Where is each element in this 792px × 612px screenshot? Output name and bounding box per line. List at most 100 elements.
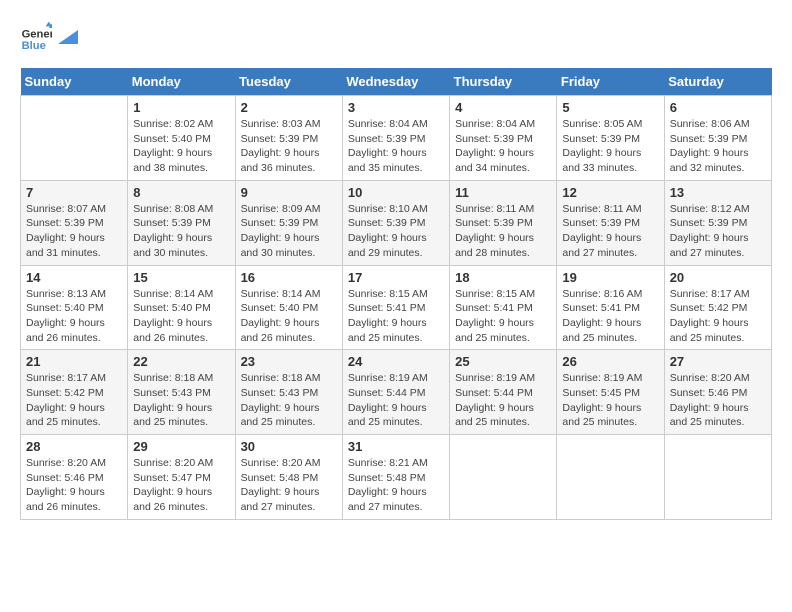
day-info: Sunrise: 8:02 AMSunset: 5:40 PMDaylight:… xyxy=(133,117,229,176)
calendar-table: SundayMondayTuesdayWednesdayThursdayFrid… xyxy=(20,68,772,520)
day-number: 14 xyxy=(26,270,122,285)
calendar-cell xyxy=(664,435,771,520)
calendar-cell: 11 Sunrise: 8:11 AMSunset: 5:39 PMDayligh… xyxy=(450,180,557,265)
logo-icon: General Blue xyxy=(20,20,52,52)
day-number: 24 xyxy=(348,354,444,369)
calendar-cell: 12Sunrise: 8:11 AMSunset: 5:39 PMDayligh… xyxy=(557,180,664,265)
day-number: 7 xyxy=(26,185,122,200)
day-info: Sunrise: 8:17 AMSunset: 5:42 PMDaylight:… xyxy=(670,287,766,346)
calendar-cell: 1 Sunrise: 8:02 AMSunset: 5:40 PMDaylight… xyxy=(128,96,235,181)
calendar-cell: 6 Sunrise: 8:06 AMSunset: 5:39 PMDaylight… xyxy=(664,96,771,181)
weekday-header-thursday: Thursday xyxy=(450,68,557,96)
day-number: 27 xyxy=(670,354,766,369)
day-number: 1 xyxy=(133,100,229,115)
calendar-cell: 27 Sunrise: 8:20 AMSunset: 5:46 PMDayligh… xyxy=(664,350,771,435)
calendar-week-3: 14 Sunrise: 8:13 AMSunset: 5:40 PMDayligh… xyxy=(21,265,772,350)
day-number: 5 xyxy=(562,100,658,115)
calendar-cell xyxy=(21,96,128,181)
svg-text:General: General xyxy=(22,29,52,41)
calendar-cell: 25 Sunrise: 8:19 AMSunset: 5:44 PMDayligh… xyxy=(450,350,557,435)
day-info: Sunrise: 8:09 AMSunset: 5:39 PMDaylight:… xyxy=(241,202,337,261)
day-info: Sunrise: 8:10 AMSunset: 5:39 PMDaylight:… xyxy=(348,202,444,261)
day-info: Sunrise: 8:19 AMSunset: 5:44 PMDaylight:… xyxy=(348,371,444,430)
calendar-cell: 3Sunrise: 8:04 AMSunset: 5:39 PMDaylight… xyxy=(342,96,449,181)
day-number: 20 xyxy=(670,270,766,285)
day-info: Sunrise: 8:15 AMSunset: 5:41 PMDaylight:… xyxy=(348,287,444,346)
day-number: 13 xyxy=(670,185,766,200)
calendar-cell: 10Sunrise: 8:10 AMSunset: 5:39 PMDayligh… xyxy=(342,180,449,265)
day-info: Sunrise: 8:20 AMSunset: 5:47 PMDaylight:… xyxy=(133,456,229,515)
calendar-header: SundayMondayTuesdayWednesdayThursdayFrid… xyxy=(21,68,772,96)
calendar-cell: 28Sunrise: 8:20 AMSunset: 5:46 PMDayligh… xyxy=(21,435,128,520)
day-number: 8 xyxy=(133,185,229,200)
weekday-header-friday: Friday xyxy=(557,68,664,96)
calendar-week-5: 28Sunrise: 8:20 AMSunset: 5:46 PMDayligh… xyxy=(21,435,772,520)
day-number: 18 xyxy=(455,270,551,285)
day-number: 17 xyxy=(348,270,444,285)
calendar-week-4: 21 Sunrise: 8:17 AMSunset: 5:42 PMDayligh… xyxy=(21,350,772,435)
day-info: Sunrise: 8:03 AMSunset: 5:39 PMDaylight:… xyxy=(241,117,337,176)
weekday-header-sunday: Sunday xyxy=(21,68,128,96)
page-header: General Blue xyxy=(20,20,772,52)
day-number: 22 xyxy=(133,354,229,369)
day-number: 25 xyxy=(455,354,551,369)
day-number: 26 xyxy=(562,354,658,369)
day-info: Sunrise: 8:18 AMSunset: 5:43 PMDaylight:… xyxy=(133,371,229,430)
weekday-header-saturday: Saturday xyxy=(664,68,771,96)
calendar-cell: 2 Sunrise: 8:03 AMSunset: 5:39 PMDaylight… xyxy=(235,96,342,181)
day-number: 30 xyxy=(241,439,337,454)
calendar-cell: 24 Sunrise: 8:19 AMSunset: 5:44 PMDayligh… xyxy=(342,350,449,435)
day-info: Sunrise: 8:21 AMSunset: 5:48 PMDaylight:… xyxy=(348,456,444,515)
day-number: 28 xyxy=(26,439,122,454)
day-info: Sunrise: 8:20 AMSunset: 5:46 PMDaylight:… xyxy=(670,371,766,430)
calendar-week-2: 7 Sunrise: 8:07 AMSunset: 5:39 PMDaylight… xyxy=(21,180,772,265)
day-info: Sunrise: 8:17 AMSunset: 5:42 PMDaylight:… xyxy=(26,371,122,430)
day-number: 19 xyxy=(562,270,658,285)
day-info: Sunrise: 8:18 AMSunset: 5:43 PMDaylight:… xyxy=(241,371,337,430)
calendar-week-1: 1 Sunrise: 8:02 AMSunset: 5:40 PMDaylight… xyxy=(21,96,772,181)
calendar-cell: 16Sunrise: 8:14 AMSunset: 5:40 PMDayligh… xyxy=(235,265,342,350)
day-number: 16 xyxy=(241,270,337,285)
day-number: 29 xyxy=(133,439,229,454)
calendar-body: 1 Sunrise: 8:02 AMSunset: 5:40 PMDaylight… xyxy=(21,96,772,520)
calendar-cell: 8 Sunrise: 8:08 AMSunset: 5:39 PMDaylight… xyxy=(128,180,235,265)
calendar-cell: 4Sunrise: 8:04 AMSunset: 5:39 PMDaylight… xyxy=(450,96,557,181)
day-info: Sunrise: 8:11 AMSunset: 5:39 PMDaylight:… xyxy=(455,202,551,261)
calendar-cell: 7 Sunrise: 8:07 AMSunset: 5:39 PMDaylight… xyxy=(21,180,128,265)
day-info: Sunrise: 8:16 AMSunset: 5:41 PMDaylight:… xyxy=(562,287,658,346)
day-info: Sunrise: 8:05 AMSunset: 5:39 PMDaylight:… xyxy=(562,117,658,176)
day-number: 2 xyxy=(241,100,337,115)
calendar-cell: 15 Sunrise: 8:14 AMSunset: 5:40 PMDayligh… xyxy=(128,265,235,350)
calendar-cell: 31Sunrise: 8:21 AMSunset: 5:48 PMDayligh… xyxy=(342,435,449,520)
calendar-cell xyxy=(557,435,664,520)
day-info: Sunrise: 8:13 AMSunset: 5:40 PMDaylight:… xyxy=(26,287,122,346)
day-info: Sunrise: 8:04 AMSunset: 5:39 PMDaylight:… xyxy=(348,117,444,176)
day-info: Sunrise: 8:08 AMSunset: 5:39 PMDaylight:… xyxy=(133,202,229,261)
logo-arrow-icon xyxy=(58,30,78,44)
day-number: 11 xyxy=(455,185,551,200)
day-info: Sunrise: 8:20 AMSunset: 5:48 PMDaylight:… xyxy=(241,456,337,515)
calendar-cell: 14 Sunrise: 8:13 AMSunset: 5:40 PMDayligh… xyxy=(21,265,128,350)
calendar-cell: 18Sunrise: 8:15 AMSunset: 5:41 PMDayligh… xyxy=(450,265,557,350)
calendar-cell: 29 Sunrise: 8:20 AMSunset: 5:47 PMDayligh… xyxy=(128,435,235,520)
day-info: Sunrise: 8:14 AMSunset: 5:40 PMDaylight:… xyxy=(133,287,229,346)
day-number: 12 xyxy=(562,185,658,200)
weekday-header-monday: Monday xyxy=(128,68,235,96)
day-info: Sunrise: 8:07 AMSunset: 5:39 PMDaylight:… xyxy=(26,202,122,261)
calendar-cell: 20 Sunrise: 8:17 AMSunset: 5:42 PMDayligh… xyxy=(664,265,771,350)
day-info: Sunrise: 8:06 AMSunset: 5:39 PMDaylight:… xyxy=(670,117,766,176)
calendar-cell: 13 Sunrise: 8:12 AMSunset: 5:39 PMDayligh… xyxy=(664,180,771,265)
day-info: Sunrise: 8:12 AMSunset: 5:39 PMDaylight:… xyxy=(670,202,766,261)
calendar-cell: 9 Sunrise: 8:09 AMSunset: 5:39 PMDaylight… xyxy=(235,180,342,265)
day-number: 6 xyxy=(670,100,766,115)
logo: General Blue xyxy=(20,20,78,52)
day-number: 15 xyxy=(133,270,229,285)
day-number: 4 xyxy=(455,100,551,115)
day-number: 9 xyxy=(241,185,337,200)
day-number: 21 xyxy=(26,354,122,369)
day-info: Sunrise: 8:19 AMSunset: 5:44 PMDaylight:… xyxy=(455,371,551,430)
calendar-cell: 17 Sunrise: 8:15 AMSunset: 5:41 PMDayligh… xyxy=(342,265,449,350)
calendar-cell: 5 Sunrise: 8:05 AMSunset: 5:39 PMDaylight… xyxy=(557,96,664,181)
weekday-header-row: SundayMondayTuesdayWednesdayThursdayFrid… xyxy=(21,68,772,96)
calendar-cell: 23Sunrise: 8:18 AMSunset: 5:43 PMDayligh… xyxy=(235,350,342,435)
